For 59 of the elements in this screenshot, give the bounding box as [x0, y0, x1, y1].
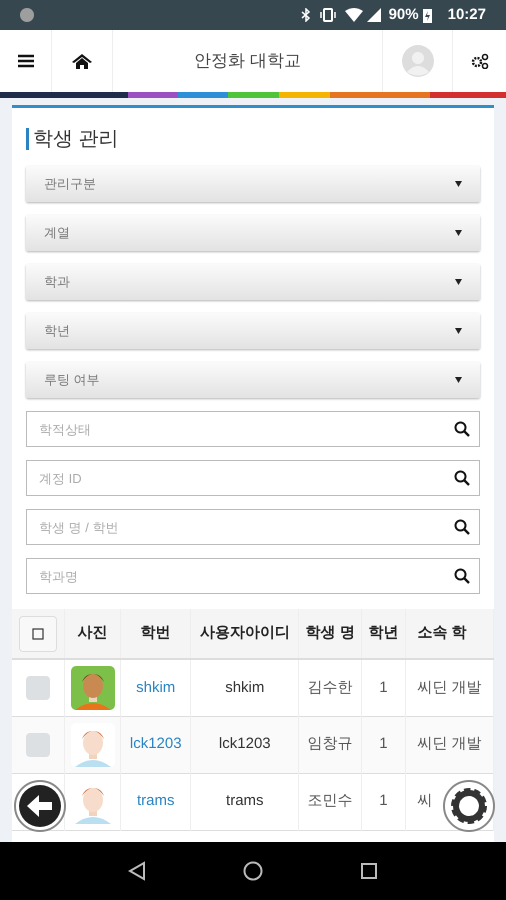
- battery-charging-icon: [422, 8, 432, 22]
- signal-icon: [366, 8, 381, 22]
- settings-icon[interactable]: [470, 53, 488, 69]
- app-title: 안정화 대학교: [194, 50, 301, 72]
- column-header: 사진: [78, 624, 108, 642]
- dropdown-arrow-icon: [455, 377, 462, 383]
- column-header: 학번: [140, 624, 171, 642]
- table-cell: 씨: [418, 792, 433, 810]
- search-icon[interactable]: [454, 421, 470, 437]
- select-all-button[interactable]: [19, 616, 58, 652]
- dropdown-arrow-icon: [455, 328, 462, 334]
- battery-percentage: 90%: [388, 4, 419, 25]
- table-cell: shkim: [225, 678, 264, 696]
- table-cell: 임창규: [308, 735, 353, 752]
- row-checkbox[interactable]: [26, 732, 50, 756]
- menu-icon[interactable]: [18, 54, 34, 68]
- column-header: 학년: [368, 624, 398, 642]
- bluetooth-icon: [300, 8, 311, 22]
- search-field[interactable]: 계정 ID: [26, 460, 480, 496]
- dropdown[interactable]: 학과: [26, 264, 480, 300]
- section-title: 학생 관리: [33, 127, 119, 152]
- select-all-checkbox[interactable]: [32, 628, 44, 640]
- clock-time: 10:27: [448, 4, 486, 25]
- table-cell: trams: [226, 792, 264, 810]
- search-icon[interactable]: [454, 519, 470, 535]
- back-nav-icon[interactable]: [128, 861, 146, 881]
- student-id-link[interactable]: trams: [136, 792, 174, 810]
- search-field[interactable]: 학생 명 / 학번: [26, 509, 480, 545]
- table-cell: 씨딘 개발: [418, 735, 482, 752]
- search-field[interactable]: 학적상태: [26, 411, 480, 447]
- table-cell: 조민수: [308, 792, 353, 810]
- column-header: 소속 학: [418, 624, 467, 642]
- dropdown-arrow-icon: [455, 279, 462, 285]
- dropdown[interactable]: 학년: [26, 313, 480, 349]
- table-cell: 씨딘 개발: [418, 678, 482, 696]
- recents-nav-icon[interactable]: [360, 862, 378, 880]
- home-icon[interactable]: [72, 53, 92, 69]
- search-icon[interactable]: [454, 568, 470, 584]
- dropdown-arrow-icon: [455, 230, 462, 236]
- table-cell: 김수한: [308, 678, 353, 696]
- table-cell: 1: [379, 678, 388, 696]
- dropdown-arrow-icon: [455, 181, 462, 187]
- dropdown[interactable]: 관리구분: [26, 166, 480, 202]
- column-header: 학생 명: [306, 624, 355, 642]
- student-id-link[interactable]: lck1203: [130, 735, 182, 752]
- row-checkbox[interactable]: [26, 676, 50, 700]
- dropdown[interactable]: 루팅 여부: [26, 362, 480, 398]
- vibrate-icon: [318, 8, 337, 22]
- search-field[interactable]: 학과명: [26, 558, 480, 594]
- wifi-icon: [344, 8, 363, 22]
- notification-dot-icon: [20, 8, 34, 22]
- table-cell: 1: [379, 735, 388, 752]
- table-cell: lck1203: [218, 735, 271, 752]
- table-cell: 1: [379, 792, 388, 810]
- student-id-link[interactable]: shkim: [136, 678, 176, 696]
- search-icon[interactable]: [454, 470, 470, 486]
- column-header: 사용자아이디: [200, 624, 290, 642]
- home-nav-icon[interactable]: [242, 861, 263, 881]
- dropdown[interactable]: 계열: [26, 215, 480, 251]
